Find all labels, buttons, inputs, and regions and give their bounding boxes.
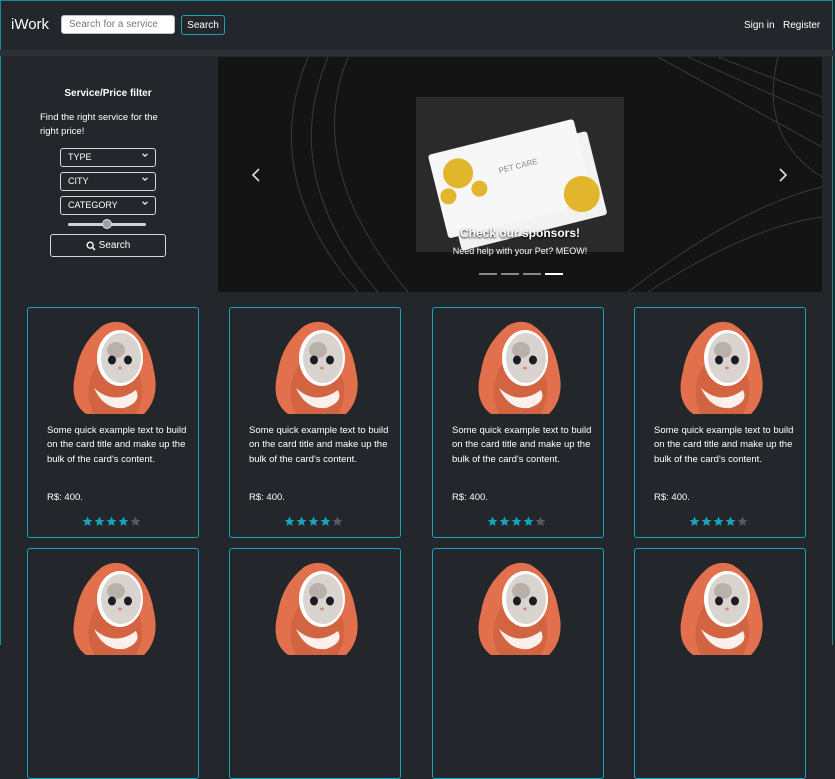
sponsor-carousel: PET CARE Check our sponsors! Need help w… (218, 57, 822, 292)
card-rating (284, 516, 343, 527)
service-card[interactable] (229, 548, 401, 779)
cat-in-blanket-image (478, 321, 561, 414)
service-card[interactable] (634, 548, 806, 779)
star-icon (713, 516, 724, 526)
card-rating (82, 516, 141, 527)
carousel-indicator[interactable] (479, 273, 497, 275)
navbar-search-button[interactable]: Search (181, 15, 225, 35)
card-text: Some quick example text to build on the … (249, 425, 389, 465)
cat-in-blanket-image (73, 321, 156, 414)
card-rating (487, 516, 546, 527)
service-card[interactable]: Some quick example text to build on the … (229, 307, 401, 538)
navbar-divider (0, 50, 835, 56)
chevron-down-icon (142, 201, 148, 205)
chevron-down-icon (142, 153, 148, 157)
chevron-left-icon[interactable] (250, 167, 264, 183)
card-image (266, 316, 366, 416)
card-text: Some quick example text to build on the … (47, 425, 187, 465)
card-image (671, 557, 771, 657)
filter-description: Find the right service for the right pri… (40, 112, 158, 137)
cat-in-blanket-image (275, 321, 358, 414)
filter-search-label: Search (98, 240, 131, 251)
city-select[interactable]: CITY (60, 172, 156, 191)
chevron-right-icon[interactable] (775, 167, 789, 183)
star-icon (118, 516, 129, 526)
category-select-value: CATEGORY (68, 200, 118, 210)
cat-in-blanket-image (680, 562, 763, 655)
carousel-indicator[interactable] (501, 273, 519, 275)
carousel-caption-text: Need help with your Pet? MEOW! (452, 246, 588, 256)
type-select[interactable]: TYPE (60, 148, 156, 167)
cat-in-blanket-image (73, 562, 156, 655)
star-icon (284, 516, 295, 526)
city-select-value: CITY (68, 176, 89, 186)
carousel-indicator[interactable] (523, 273, 541, 275)
star-icon (499, 516, 510, 526)
card-price: R$: 400. (249, 492, 285, 503)
chevron-down-icon (142, 177, 148, 181)
service-card[interactable]: Some quick example text to build on the … (27, 307, 199, 538)
star-icon (320, 516, 331, 526)
star-icon (130, 516, 141, 526)
cat-in-blanket-image (478, 562, 561, 655)
service-card[interactable] (432, 548, 604, 779)
card-image (469, 316, 569, 416)
card-price: R$: 400. (47, 492, 83, 503)
card-image (469, 557, 569, 657)
star-icon (511, 516, 522, 526)
navbar: iWork Search Sign in Register (0, 0, 835, 50)
card-image (64, 316, 164, 416)
filter-search-button[interactable]: Search (50, 234, 166, 257)
star-icon (689, 516, 700, 526)
cat-in-blanket-image (680, 321, 763, 414)
card-rating (689, 516, 748, 527)
star-icon (737, 516, 748, 526)
signin-link[interactable]: Sign in (744, 20, 775, 31)
brand-logo[interactable]: iWork (11, 16, 49, 33)
card-price: R$: 400. (452, 492, 488, 503)
card-image (64, 557, 164, 657)
star-icon (523, 516, 534, 526)
card-text: Some quick example text to build on the … (452, 425, 592, 465)
carousel-indicators (479, 273, 563, 275)
filter-title: Service/Price filter (64, 88, 152, 99)
category-select[interactable]: CATEGORY (60, 196, 156, 215)
card-image (671, 316, 771, 416)
star-icon (332, 516, 343, 526)
cat-in-blanket-image (275, 562, 358, 655)
star-icon (106, 516, 117, 526)
card-text: Some quick example text to build on the … (654, 425, 794, 465)
star-icon (701, 516, 712, 526)
service-card[interactable]: Some quick example text to build on the … (432, 307, 604, 538)
search-icon (86, 241, 96, 251)
register-link[interactable]: Register (783, 20, 820, 31)
service-card[interactable] (27, 548, 199, 779)
service-card[interactable]: Some quick example text to build on the … (634, 307, 806, 538)
star-icon (296, 516, 307, 526)
search-input[interactable] (61, 15, 175, 34)
star-icon (94, 516, 105, 526)
type-select-value: TYPE (68, 152, 92, 162)
star-icon (725, 516, 736, 526)
price-slider-thumb[interactable] (102, 219, 112, 229)
star-icon (308, 516, 319, 526)
card-price: R$: 400. (654, 492, 690, 503)
carousel-indicator-active[interactable] (545, 273, 563, 275)
star-icon (535, 516, 546, 526)
star-icon (487, 516, 498, 526)
carousel-caption-title: Check our sponsors! (459, 226, 581, 240)
card-image (266, 557, 366, 657)
star-icon (82, 516, 93, 526)
